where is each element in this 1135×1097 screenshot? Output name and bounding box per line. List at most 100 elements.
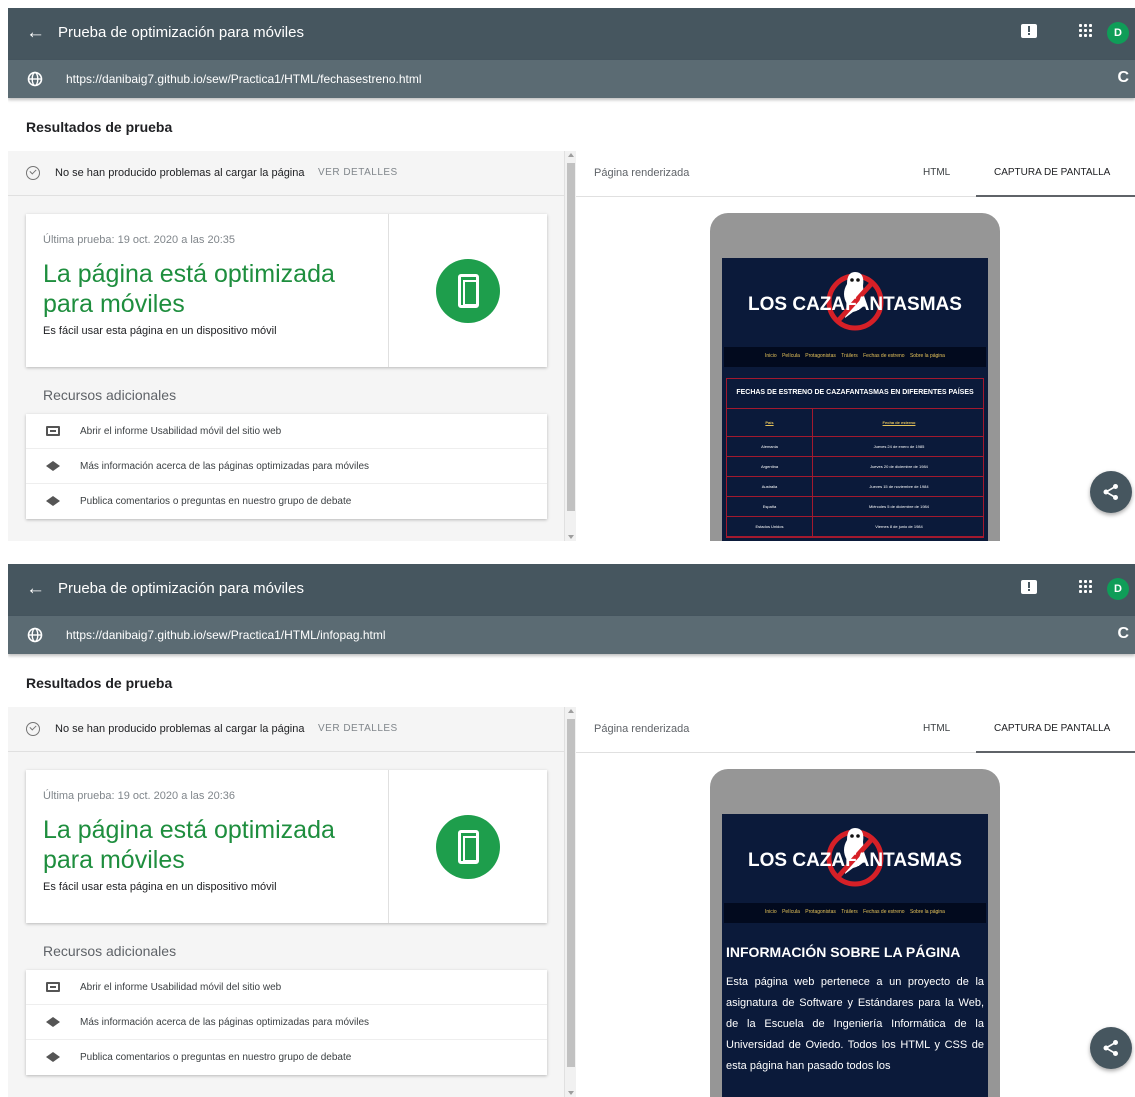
tab-screenshot[interactable]: CAPTURA DE PANTALLA [994, 167, 1110, 178]
rendered-page-label: Página renderizada [594, 167, 690, 179]
table-row: Australia Jueves 15 de noviembre de 1984 [727, 477, 983, 497]
view-details-link[interactable]: VER DETALLES [318, 167, 398, 178]
site-nav-item[interactable]: Inicio [765, 909, 777, 915]
card-divider [388, 770, 389, 923]
url-bar: https://danibaig7.github.io/sew/Practica… [8, 60, 1135, 98]
site-title: LOS CAZAFANTASMAS [748, 850, 962, 871]
resource-link-label[interactable]: Publica comentarios o preguntas en nuest… [80, 1052, 351, 1063]
active-tab-indicator [976, 751, 1135, 753]
table-cell: Jueves 24 de enero de 1985 [873, 444, 925, 449]
back-arrow-icon[interactable]: ← [26, 578, 45, 600]
site-nav-item[interactable]: Sobre la página [910, 353, 945, 359]
verdict-card: Última prueba: 19 oct. 2020 a las 20:35 … [26, 214, 547, 367]
resource-link-label[interactable]: Publica comentarios o preguntas en nuest… [80, 496, 351, 507]
site-nav-item[interactable]: Sobre la página [910, 909, 945, 915]
scroll-up-arrow[interactable] [568, 153, 574, 157]
graduation-cap-icon [46, 1052, 60, 1062]
share-icon [1103, 484, 1118, 500]
tab-screenshot[interactable]: CAPTURA DE PANTALLA [994, 723, 1110, 734]
site-banner: LOS CAZAFANTASMAS [722, 258, 988, 344]
phone-screen: LOS CAZAFANTASMAS Inicio Película Protag… [722, 258, 988, 541]
url-bar: https://danibaig7.github.io/sew/Practica… [8, 616, 1135, 654]
resource-link-usability-report[interactable]: Abrir el informe Usabilidad móvil del si… [26, 970, 547, 1005]
info-paragraph: Esta página web pertenece a un proyecto … [726, 976, 984, 1072]
share-button[interactable] [1090, 471, 1132, 513]
reload-icon[interactable]: C [1117, 625, 1129, 643]
table-cell: Alemania [727, 437, 813, 457]
scrollbar-thumb[interactable] [567, 719, 575, 1067]
scroll-up-arrow[interactable] [568, 709, 574, 713]
results-panel: No se han producido problemas al cargar … [8, 151, 564, 541]
tab-html[interactable]: HTML [923, 723, 950, 734]
site-nav-item[interactable]: Película [782, 353, 800, 359]
tested-url[interactable]: https://danibaig7.github.io/sew/Practica… [66, 628, 386, 643]
tab-html[interactable]: HTML [923, 167, 950, 178]
site-nav-item[interactable]: Protagonistas [805, 909, 836, 915]
graduation-cap-icon [46, 1017, 60, 1027]
view-details-link[interactable]: VER DETALLES [318, 723, 398, 734]
resource-link-learn-more[interactable]: Más información acerca de las páginas op… [26, 449, 547, 484]
scroll-down-arrow[interactable] [568, 1091, 574, 1095]
site-nav-item[interactable]: Fechas de estreno [863, 353, 904, 359]
verdict-headline: La página está optimizada para móviles [43, 816, 335, 874]
resource-link-forum[interactable]: Publica comentarios o preguntas en nuest… [26, 484, 547, 519]
column-header: Fecha de estreno [882, 420, 916, 425]
phone-frame: LOS CAZAFANTASMAS Inicio Película Protag… [710, 213, 1000, 541]
verdict-headline: La página está optimizada para móviles [43, 260, 335, 318]
table-cell: Viernes 8 de junio de 1984 [875, 524, 923, 529]
scrollbar-thumb[interactable] [567, 163, 575, 511]
tested-url[interactable]: https://danibaig7.github.io/sew/Practica… [66, 72, 422, 87]
rendered-page-panel: Página renderizada HTML CAPTURA DE PANTA… [576, 151, 1135, 541]
results-heading: Resultados de prueba [26, 675, 173, 691]
site-nav-item[interactable]: Tráilers [841, 353, 857, 359]
resource-link-learn-more[interactable]: Más información acerca de las páginas op… [26, 1005, 547, 1040]
resources-list: Abrir el informe Usabilidad móvil del si… [26, 414, 547, 519]
site-nav: Inicio Película Protagonistas Tráilers F… [724, 903, 986, 923]
resource-link-label[interactable]: Más información acerca de las páginas op… [80, 1017, 369, 1028]
release-dates-table: FECHAS DE ESTRENO DE CAZAFANTASMAS EN DI… [726, 378, 984, 538]
resource-link-label[interactable]: Más información acerca de las páginas op… [80, 461, 369, 472]
resource-link-label[interactable]: Abrir el informe Usabilidad móvil del si… [80, 982, 281, 993]
site-nav-item[interactable]: Fechas de estreno [863, 909, 904, 915]
site-nav-item[interactable]: Tráilers [841, 909, 857, 915]
app-title: Prueba de optimización para móviles [58, 24, 304, 41]
table-row: Argentina Jueves 20 de diciembre de 1984 [727, 457, 983, 477]
rendered-page-label: Página renderizada [594, 723, 690, 735]
avatar[interactable]: D [1107, 578, 1129, 600]
verdict-subline: Es fácil usar esta página en un disposit… [43, 881, 277, 893]
resources-list: Abrir el informe Usabilidad móvil del si… [26, 970, 547, 1075]
site-nav-item[interactable]: Protagonistas [805, 353, 836, 359]
smartphone-icon [436, 259, 500, 323]
site-nav-item[interactable]: Inicio [765, 353, 777, 359]
last-test-date: Última prueba: 19 oct. 2020 a las 20:35 [43, 234, 236, 246]
resource-link-forum[interactable]: Publica comentarios o preguntas en nuest… [26, 1040, 547, 1075]
report-icon [46, 426, 60, 436]
left-scrollbar[interactable] [564, 707, 576, 1097]
resource-link-label[interactable]: Abrir el informe Usabilidad móvil del si… [80, 426, 281, 437]
back-arrow-icon[interactable]: ← [26, 22, 45, 44]
table-cell: Jueves 20 de diciembre de 1984 [870, 464, 928, 469]
screenshot-capture-1: ← Prueba de optimización para móviles D … [8, 8, 1135, 541]
resource-link-usability-report[interactable]: Abrir el informe Usabilidad móvil del si… [26, 414, 547, 449]
verdict-card: Última prueba: 19 oct. 2020 a las 20:36 … [26, 770, 547, 923]
results-panel: No se han producido problemas al cargar … [8, 707, 564, 1097]
share-button[interactable] [1090, 1027, 1132, 1069]
apps-grid-icon[interactable] [1079, 580, 1093, 594]
active-tab-indicator [976, 195, 1135, 197]
phone-screen: LOS CAZAFANTASMAS Inicio Película Protag… [722, 814, 988, 1097]
check-circle-icon [26, 722, 40, 736]
graduation-cap-icon [46, 461, 60, 471]
reload-icon[interactable]: C [1117, 69, 1129, 87]
view-tabs: Página renderizada HTML CAPTURA DE PANTA… [576, 707, 1135, 753]
table-cell: Miércoles 5 de diciembre de 1984 [868, 504, 930, 509]
results-heading: Resultados de prueba [26, 119, 173, 135]
feedback-icon[interactable] [1021, 24, 1037, 38]
avatar[interactable]: D [1107, 22, 1129, 44]
scroll-down-arrow[interactable] [568, 535, 574, 539]
table-cell: Argentina [727, 457, 813, 477]
smartphone-icon [436, 815, 500, 879]
apps-grid-icon[interactable] [1079, 24, 1093, 38]
site-nav-item[interactable]: Película [782, 909, 800, 915]
left-scrollbar[interactable] [564, 151, 576, 541]
feedback-icon[interactable] [1021, 580, 1037, 594]
